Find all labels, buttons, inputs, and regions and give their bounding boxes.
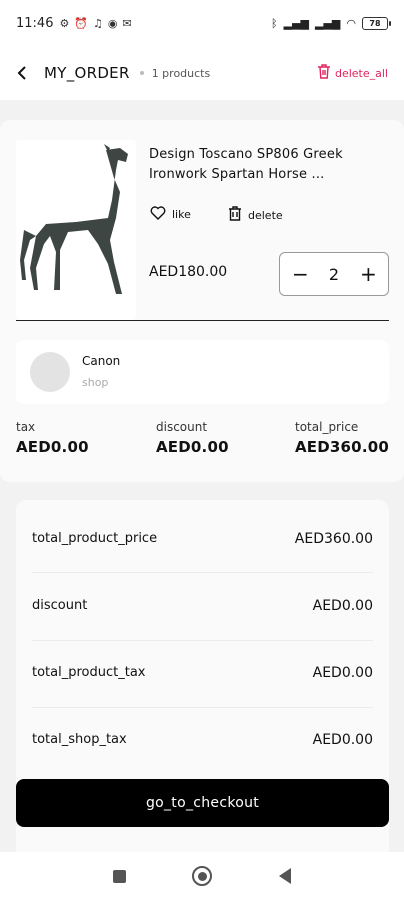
tax-label: tax — [16, 420, 36, 434]
quantity-stepper: − 2 + — [279, 252, 389, 296]
divider — [16, 320, 389, 321]
product-price: AED180.00 — [149, 264, 228, 280]
notification-icon: ◉ — [107, 16, 118, 30]
summary-label: total_shop_tax — [32, 732, 127, 747]
settings-icon: ⚙ — [59, 16, 70, 30]
divider — [32, 572, 373, 573]
summary-row: total_product_tax AED0.00 — [32, 665, 373, 681]
status-right: ᛒ ▂▄▆ ▂▄▆ ◠ 78 — [271, 16, 391, 30]
discount-label: discount — [156, 420, 208, 434]
status-time: 11:46 — [16, 15, 54, 31]
like-label: like — [172, 208, 191, 221]
checkout-button[interactable]: go_to_checkout — [16, 779, 389, 827]
recents-icon[interactable] — [113, 869, 127, 883]
heart-icon — [150, 206, 166, 223]
status-icons: ⚙ ⏰ ♫ ◉ ✉ — [59, 17, 131, 30]
summary-value: AED360.00 — [294, 531, 373, 547]
discount-total: discount AED0.00 — [156, 420, 229, 456]
summary-value: AED0.00 — [312, 732, 373, 748]
divider — [32, 707, 373, 708]
page-title: MY_ORDER — [44, 64, 130, 82]
tax-total: tax AED0.00 — [16, 420, 89, 456]
status-bar: 11:46 ⚙ ⏰ ♫ ◉ ✉ ᛒ ▂▄▆ ▂▄▆ ◠ 78 — [0, 0, 404, 46]
system-nav-bar — [0, 852, 404, 900]
alarm-icon: ⏰ — [74, 16, 89, 30]
mail-icon: ✉ — [122, 16, 132, 30]
delete-label: delete — [248, 208, 283, 222]
increase-quantity-button[interactable]: + — [360, 264, 377, 284]
signal-icon-2: ▂▄▆ — [315, 16, 341, 30]
back-icon[interactable] — [278, 868, 291, 884]
product-count: 1 products — [151, 66, 211, 80]
divider — [32, 640, 373, 641]
summary-row: total_shop_tax AED0.00 — [32, 732, 373, 748]
home-icon[interactable] — [192, 866, 213, 886]
quantity-value: 2 — [328, 264, 340, 284]
signal-icon: ▂▄▆ — [283, 16, 309, 30]
back-arrow-icon[interactable] — [16, 63, 38, 83]
summary-label: total_product_price — [32, 531, 158, 546]
shop-card[interactable]: Canon shop — [16, 340, 389, 404]
tax-value: AED0.00 — [16, 438, 89, 456]
summary-label: total_product_tax — [32, 665, 146, 680]
summary-value: AED0.00 — [312, 665, 373, 681]
product-image[interactable] — [16, 140, 136, 320]
shop-name: Canon — [82, 354, 121, 368]
summary-value: AED0.00 — [312, 598, 373, 614]
decrease-quantity-button[interactable]: − — [292, 264, 309, 284]
trash-icon — [317, 64, 331, 82]
product-name[interactable]: Design Toscano SP806 Greek Ironwork Spar… — [149, 145, 381, 185]
delete-all-button[interactable]: delete_all — [317, 64, 388, 82]
total-price-value: AED360.00 — [295, 438, 389, 456]
shop-avatar — [30, 352, 70, 392]
discount-value: AED0.00 — [156, 438, 229, 456]
app-bar: MY_ORDER 1 products delete_all — [0, 46, 404, 100]
summary-row: total_product_price AED360.00 — [32, 531, 373, 547]
like-button[interactable]: like — [150, 206, 191, 223]
bluetooth-icon: ᛒ — [271, 16, 278, 30]
headphones-icon: ♫ — [93, 16, 103, 30]
delete-item-button[interactable]: delete — [228, 206, 283, 224]
summary-row: discount AED0.00 — [32, 598, 373, 614]
total-price-label: total_price — [295, 420, 359, 434]
total-price: total_price AED360.00 — [295, 420, 389, 456]
trash-icon — [228, 206, 242, 224]
summary-label: discount — [32, 598, 88, 613]
shop-subtitle: shop — [82, 376, 109, 389]
wifi-icon: ◠ — [346, 16, 356, 30]
delete-all-label: delete_all — [334, 66, 388, 80]
separator-dot — [139, 71, 144, 75]
battery-icon: 78 — [362, 16, 391, 30]
